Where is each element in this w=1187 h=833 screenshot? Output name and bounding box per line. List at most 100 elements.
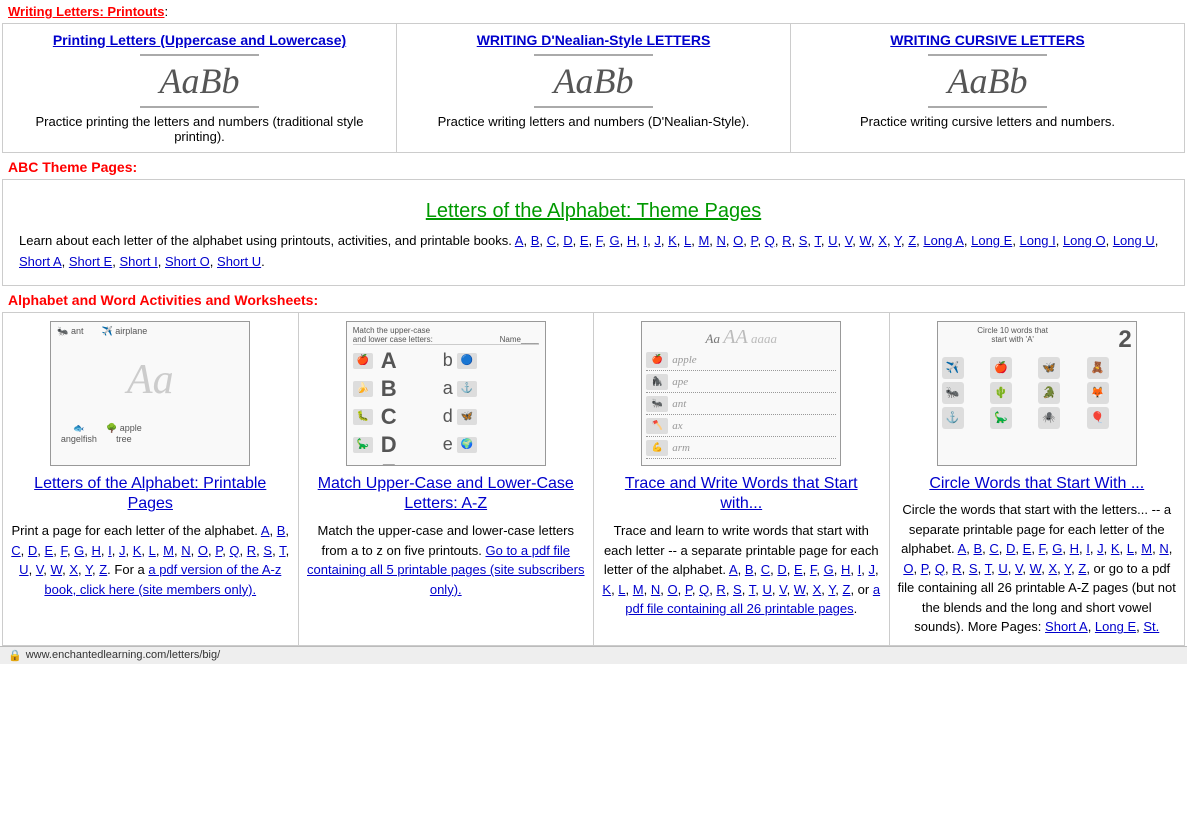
circle-st-link[interactable]: St. xyxy=(1143,619,1159,634)
letter-e-link[interactable]: E xyxy=(580,233,589,248)
ps-link[interactable]: S xyxy=(263,543,272,558)
th-link[interactable]: H xyxy=(841,562,850,577)
pp-link[interactable]: P xyxy=(215,543,222,558)
letter-j-link[interactable]: J xyxy=(654,233,661,248)
tv-link[interactable]: V xyxy=(779,582,786,597)
cp-link[interactable]: P xyxy=(921,561,928,576)
tk-link[interactable]: K xyxy=(602,582,611,597)
ta-link[interactable]: A xyxy=(729,562,738,577)
dnealian-link[interactable]: WRITING D'Nealian-Style LETTERS xyxy=(405,32,782,48)
letter-l-link[interactable]: L xyxy=(684,233,691,248)
letter-u-link[interactable]: U xyxy=(828,233,837,248)
tt-link[interactable]: T xyxy=(749,582,756,597)
letter-z-link[interactable]: Z xyxy=(908,233,916,248)
letter-g-link[interactable]: G xyxy=(610,233,620,248)
theme-pages-link[interactable]: Letters of the Alphabet: Theme Pages xyxy=(19,200,1168,223)
long-a-link[interactable]: Long A xyxy=(923,233,964,248)
tu-link[interactable]: U xyxy=(762,582,771,597)
long-u-link[interactable]: Long U xyxy=(1113,233,1155,248)
letter-o-link[interactable]: O xyxy=(733,233,743,248)
ts-link[interactable]: S xyxy=(733,582,742,597)
py-link[interactable]: Y xyxy=(85,562,92,577)
pq-link[interactable]: Q xyxy=(229,543,239,558)
pz-link[interactable]: Z xyxy=(99,562,107,577)
circle-link[interactable]: Circle Words that Start With ... xyxy=(898,474,1177,495)
letter-q-link[interactable]: Q xyxy=(765,233,775,248)
ti-link[interactable]: I xyxy=(858,562,862,577)
tl-link[interactable]: L xyxy=(618,582,625,597)
pb-link[interactable]: B xyxy=(277,523,286,538)
letter-h-link[interactable]: H xyxy=(627,233,636,248)
circle-short-a-link[interactable]: Short A xyxy=(1045,619,1088,634)
co-link[interactable]: O xyxy=(903,561,913,576)
cd-link[interactable]: D xyxy=(1006,541,1015,556)
tf-link[interactable]: F xyxy=(810,562,817,577)
cq-link[interactable]: Q xyxy=(935,561,945,576)
tj-link[interactable]: J xyxy=(868,562,875,577)
tw-link[interactable]: W xyxy=(794,582,806,597)
tx-link[interactable]: X xyxy=(813,582,822,597)
letter-r-link[interactable]: R xyxy=(782,233,791,248)
pe-link[interactable]: E xyxy=(45,543,54,558)
tm-link[interactable]: M xyxy=(633,582,644,597)
pi-link[interactable]: I xyxy=(108,543,112,558)
pd-link[interactable]: D xyxy=(28,543,37,558)
printing-letters-link[interactable]: Printing Letters (Uppercase and Lowercas… xyxy=(11,32,388,48)
pk-link[interactable]: K xyxy=(133,543,142,558)
letter-f-link[interactable]: F xyxy=(596,233,603,248)
letter-c-link[interactable]: C xyxy=(547,233,556,248)
px-link[interactable]: X xyxy=(69,562,78,577)
letter-v-link[interactable]: V xyxy=(845,233,852,248)
td-link[interactable]: D xyxy=(777,562,786,577)
match-link[interactable]: Match Upper-Case and Lower-Case Letters:… xyxy=(307,474,586,516)
short-u-link[interactable]: Short U xyxy=(217,254,261,269)
to-link[interactable]: O xyxy=(667,582,677,597)
ca-link[interactable]: A xyxy=(958,541,967,556)
pl-link[interactable]: L xyxy=(149,543,156,558)
pf-link[interactable]: F xyxy=(60,543,67,558)
ph-link[interactable]: H xyxy=(92,543,101,558)
te-link[interactable]: E xyxy=(794,562,803,577)
trace-link[interactable]: Trace and Write Words that Start with... xyxy=(602,474,881,516)
printable-pages-link[interactable]: Letters of the Alphabet: Printable Pages xyxy=(11,474,290,516)
cr-link[interactable]: R xyxy=(952,561,961,576)
cz-link[interactable]: Z xyxy=(1078,561,1086,576)
cg-link[interactable]: G xyxy=(1052,541,1062,556)
pn-link[interactable]: N xyxy=(181,543,190,558)
short-o-link[interactable]: Short O xyxy=(165,254,210,269)
long-i-link[interactable]: Long I xyxy=(1020,233,1056,248)
cn-link[interactable]: N xyxy=(1159,541,1168,556)
tn-link[interactable]: N xyxy=(651,582,660,597)
letter-y-link[interactable]: Y xyxy=(894,233,901,248)
letter-p-link[interactable]: P xyxy=(751,233,758,248)
pc-link[interactable]: C xyxy=(11,543,20,558)
pu-link[interactable]: U xyxy=(19,562,28,577)
letter-b-link[interactable]: B xyxy=(531,233,540,248)
short-i-link[interactable]: Short I xyxy=(119,254,157,269)
short-a-link[interactable]: Short A xyxy=(19,254,62,269)
tq-link[interactable]: Q xyxy=(699,582,709,597)
cx-link[interactable]: X xyxy=(1048,561,1057,576)
pm-link[interactable]: M xyxy=(163,543,174,558)
pa-link[interactable]: A xyxy=(261,523,270,538)
ci-link[interactable]: I xyxy=(1086,541,1090,556)
cv-link[interactable]: V xyxy=(1015,561,1022,576)
cy-link[interactable]: Y xyxy=(1064,561,1071,576)
po-link[interactable]: O xyxy=(198,543,208,558)
letter-s-link[interactable]: S xyxy=(799,233,808,248)
cu-link[interactable]: U xyxy=(998,561,1007,576)
cb-link[interactable]: B xyxy=(973,541,982,556)
pr-link[interactable]: R xyxy=(247,543,256,558)
pv-link[interactable]: V xyxy=(36,562,43,577)
pdf-book-link[interactable]: a pdf version of the A-z book, click her… xyxy=(44,562,281,597)
ch-link[interactable]: H xyxy=(1070,541,1079,556)
tp-link[interactable]: P xyxy=(685,582,692,597)
letter-i-link[interactable]: I xyxy=(643,233,647,248)
letter-a-link[interactable]: A xyxy=(515,233,524,248)
long-e-link[interactable]: Long E xyxy=(971,233,1012,248)
cw-link[interactable]: W xyxy=(1030,561,1042,576)
letter-t-link[interactable]: T xyxy=(814,233,821,248)
ty-link[interactable]: Y xyxy=(828,582,835,597)
cl-link[interactable]: L xyxy=(1127,541,1134,556)
cc-link[interactable]: C xyxy=(989,541,998,556)
